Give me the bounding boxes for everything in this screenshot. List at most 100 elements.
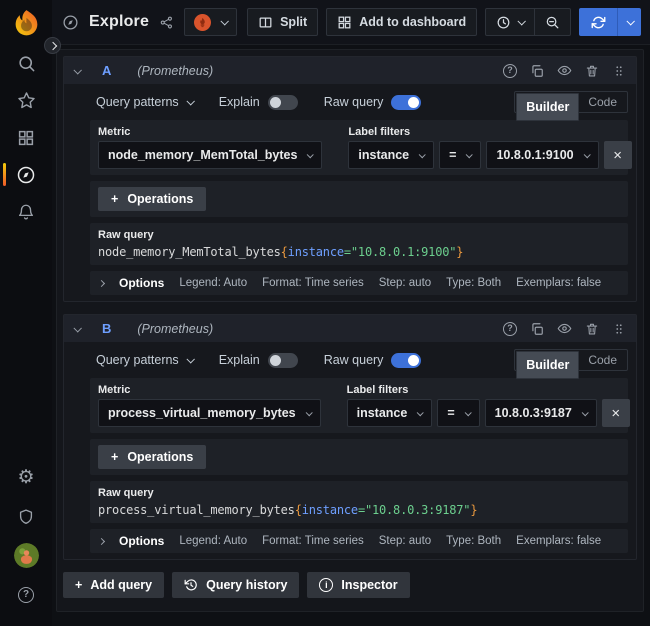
- plus-icon: +: [111, 192, 118, 206]
- query-a-body: Query patterns Explain Raw query Builder…: [64, 84, 636, 301]
- chevron-down-icon: [186, 355, 194, 363]
- filter-name-select[interactable]: instance: [348, 141, 434, 169]
- collapse-icon[interactable]: [73, 66, 81, 74]
- options-collapsed-row[interactable]: Options Legend: Auto Format: Time series…: [90, 271, 628, 295]
- sidebar-item-help[interactable]: ?: [0, 575, 52, 614]
- topnav-actions: Split Add to dashboard: [247, 8, 641, 36]
- label-filters-field: Label filters instance = 10.8.: [348, 126, 644, 169]
- query-patterns-button[interactable]: Query patterns: [96, 95, 193, 109]
- refresh-dropdown-caret[interactable]: [617, 8, 641, 36]
- query-ref-badge: B: [102, 321, 111, 336]
- chevron-down-icon: [417, 409, 424, 416]
- remove-filter-button[interactable]: ×: [602, 399, 630, 427]
- metric-value: node_memory_MemTotal_bytes: [108, 148, 297, 162]
- raw-query-toggle[interactable]: [391, 353, 421, 368]
- split-button[interactable]: Split: [247, 8, 318, 36]
- remove-filter-button[interactable]: ×: [604, 141, 632, 169]
- share-icon[interactable]: [159, 15, 174, 30]
- raw-query-label: Raw query: [324, 353, 384, 367]
- sidebar-item-dashboards[interactable]: [0, 119, 52, 156]
- zoom-out-button[interactable]: [535, 8, 571, 36]
- duplicate-query-icon[interactable]: [530, 322, 544, 336]
- add-filter-button[interactable]: +: [643, 399, 644, 427]
- duplicate-query-icon[interactable]: [530, 64, 544, 78]
- query-b-header[interactable]: B (Prometheus) ?: [64, 315, 636, 342]
- inspector-button[interactable]: i Inspector: [307, 572, 409, 598]
- zoom-out-icon: [545, 15, 560, 30]
- add-operation-button[interactable]: + Operations: [98, 187, 206, 211]
- metric-label: Metric: [98, 384, 321, 396]
- chevron-down-icon: [583, 151, 590, 158]
- metric-select[interactable]: node_memory_MemTotal_bytes: [98, 141, 322, 169]
- filter-operator-value: =: [449, 148, 456, 162]
- add-query-button[interactable]: + Add query: [63, 572, 164, 598]
- query-actions: ?: [503, 63, 626, 78]
- option-exemplars: Exemplars: false: [516, 277, 601, 289]
- inspector-label: Inspector: [341, 578, 397, 592]
- sidebar-item-starred[interactable]: [0, 82, 52, 119]
- filter-name-value: instance: [357, 406, 408, 420]
- sidebar-item-settings[interactable]: ⚙: [0, 458, 52, 497]
- time-range-button[interactable]: [485, 8, 535, 36]
- datasource-picker[interactable]: [184, 8, 237, 36]
- explain-toggle[interactable]: [268, 95, 298, 110]
- filter-operator-value: =: [447, 406, 454, 420]
- datasource-help-icon[interactable]: ?: [503, 64, 517, 78]
- apps-grid-icon: [337, 15, 352, 30]
- editor-mode-switcher: Builder Code: [514, 349, 628, 371]
- sidebar-item-alerting[interactable]: [0, 193, 52, 230]
- option-type: Type: Both: [446, 535, 501, 547]
- add-query-label: Add query: [90, 578, 152, 592]
- page-title: Explore: [89, 13, 149, 31]
- filter-value-select[interactable]: 10.8.0.1:9100: [486, 141, 598, 169]
- disable-query-eye-icon[interactable]: [557, 63, 572, 78]
- filter-name-value: instance: [358, 148, 409, 162]
- filter-value-select[interactable]: 10.8.0.3:9187: [485, 399, 597, 427]
- query-patterns-button[interactable]: Query patterns: [96, 353, 193, 367]
- explain-label: Explain: [219, 353, 260, 367]
- query-a-header[interactable]: A (Prometheus) ?: [64, 57, 636, 84]
- sidebar-item-search[interactable]: [0, 45, 52, 82]
- label-filters-label: Label filters: [347, 384, 644, 396]
- options-collapsed-row[interactable]: Options Legend: Auto Format: Time series…: [90, 529, 628, 553]
- raw-query-toggle[interactable]: [391, 95, 421, 110]
- builder-mode-option[interactable]: Builder: [516, 351, 579, 379]
- datasource-help-icon[interactable]: ?: [503, 322, 517, 336]
- explain-toggle[interactable]: [268, 353, 298, 368]
- compass-icon: [16, 165, 36, 185]
- sidebar-expand-button[interactable]: [44, 37, 61, 54]
- run-query-button[interactable]: [579, 8, 641, 36]
- drag-handle-icon[interactable]: [612, 322, 626, 336]
- add-operation-button[interactable]: + Operations: [98, 445, 206, 469]
- filter-name-select[interactable]: instance: [347, 399, 433, 427]
- gear-icon: ⚙: [17, 468, 34, 487]
- filter-operator-select[interactable]: =: [439, 141, 481, 169]
- grafana-logo-icon[interactable]: [11, 8, 42, 39]
- chevron-down-icon: [518, 17, 526, 25]
- builder-mode-option[interactable]: Builder: [516, 93, 579, 121]
- add-to-dashboard-button[interactable]: Add to dashboard: [326, 8, 477, 36]
- drag-handle-icon[interactable]: [612, 64, 626, 78]
- raw-query-label: Raw query: [98, 487, 620, 499]
- query-history-button[interactable]: Query history: [172, 572, 299, 598]
- time-picker-group: [485, 8, 571, 36]
- metric-select[interactable]: process_virtual_memory_bytes: [98, 399, 321, 427]
- sidebar-item-explore[interactable]: [0, 156, 52, 193]
- query-ref-badge: A: [102, 63, 111, 78]
- remove-query-trash-icon[interactable]: [585, 322, 599, 336]
- sidebar-item-profile[interactable]: [0, 536, 52, 575]
- code-mode-option[interactable]: Code: [579, 351, 626, 369]
- label-filters-label: Label filters: [348, 126, 644, 138]
- code-mode-option[interactable]: Code: [579, 93, 626, 111]
- editor-mode-switcher: Builder Code: [514, 91, 628, 113]
- remove-query-trash-icon[interactable]: [585, 64, 599, 78]
- metric-filters-card: Metric node_memory_MemTotal_bytes Label …: [90, 120, 628, 175]
- info-circle-icon: i: [319, 578, 333, 592]
- query-history-label: Query history: [206, 578, 287, 592]
- collapse-icon[interactable]: [73, 324, 81, 332]
- option-exemplars: Exemplars: false: [516, 535, 601, 547]
- sidebar-item-server-admin[interactable]: [0, 497, 52, 536]
- disable-query-eye-icon[interactable]: [557, 321, 572, 336]
- filter-operator-select[interactable]: =: [437, 399, 479, 427]
- raw-query-preview: process_virtual_memory_bytes{instance="1…: [98, 503, 620, 517]
